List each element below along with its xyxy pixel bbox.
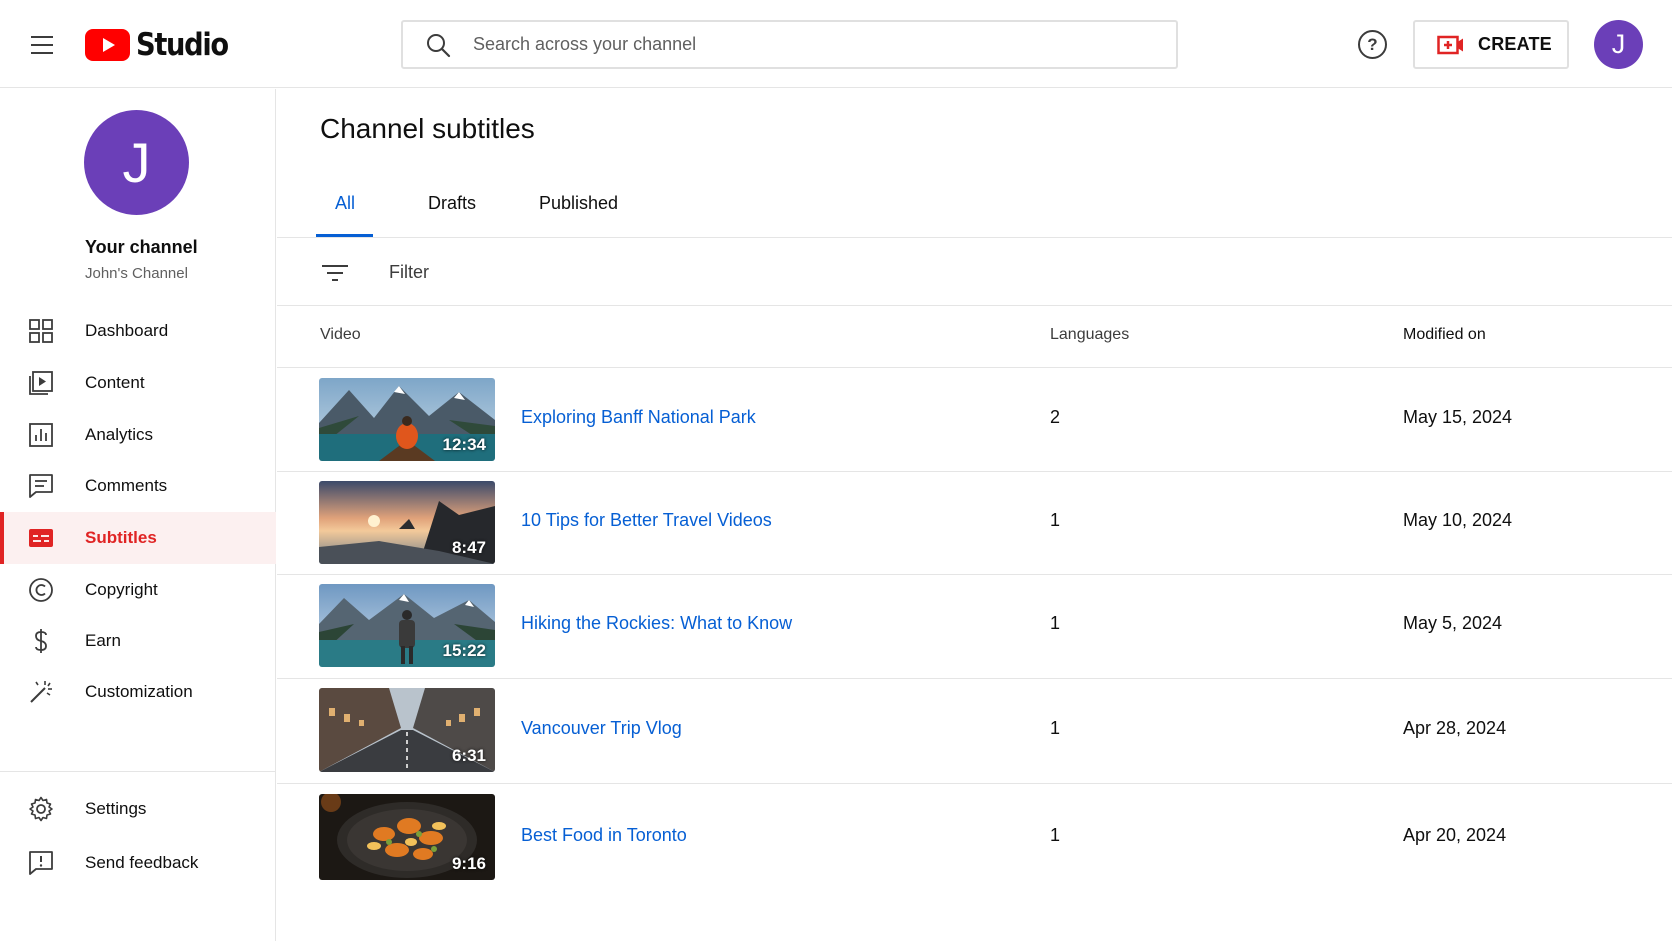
- content-icon: [29, 371, 53, 395]
- top-bar: Studio ? CREATE J: [0, 0, 1672, 88]
- sidebar-item-label: Comments: [85, 476, 168, 495]
- copyright-icon: [29, 578, 53, 602]
- sidebar-item-label: Earn: [85, 631, 121, 650]
- dashboard-icon: [29, 319, 53, 343]
- video-title-link[interactable]: Vancouver Trip Vlog: [521, 718, 682, 739]
- sidebar-item-dashboard[interactable]: Dashboard: [0, 305, 276, 357]
- subtitles-icon: [29, 529, 53, 547]
- sidebar-item-earn[interactable]: Earn: [0, 615, 276, 667]
- create-video-icon: [1437, 35, 1463, 54]
- video-modified-date: Apr 20, 2024: [1403, 825, 1507, 845]
- sidebar-item-label: Customization: [85, 682, 193, 701]
- sidebar-item-customization[interactable]: Customization: [0, 666, 276, 718]
- tab-published[interactable]: Published: [539, 193, 618, 214]
- search-icon: [427, 33, 451, 57]
- tab-all[interactable]: All: [335, 193, 355, 214]
- account-avatar[interactable]: J: [1594, 20, 1643, 69]
- channel-title: Your channel: [85, 237, 198, 257]
- video-duration: 9:16: [451, 854, 486, 873]
- video-languages-count: 2: [1050, 407, 1061, 427]
- table-row[interactable]: 12:34 Exploring Banff National Park 2 Ma…: [277, 368, 1672, 472]
- video-languages-count: 1: [1050, 510, 1061, 530]
- sidebar-item-content[interactable]: Content: [0, 357, 276, 409]
- menu-line: [31, 52, 53, 54]
- dollar-icon: [35, 629, 47, 653]
- video-thumbnail[interactable]: 8:47: [319, 481, 495, 564]
- video-thumbnail[interactable]: 12:34: [319, 378, 495, 461]
- sidebar: J Your channel John's Channel Dashboard …: [0, 89, 276, 941]
- column-header-languages[interactable]: Languages: [1050, 326, 1129, 344]
- sidebar-item-settings[interactable]: Settings: [0, 783, 276, 835]
- video-thumbnail[interactable]: 6:31: [319, 688, 495, 772]
- create-button-label: CREATE: [1478, 34, 1552, 54]
- table-row[interactable]: 8:47 10 Tips for Better Travel Videos 1 …: [277, 472, 1672, 575]
- page-title: Channel subtitles: [320, 113, 535, 144]
- search-box[interactable]: [401, 20, 1178, 69]
- channel-name: John's Channel: [85, 265, 188, 282]
- sidebar-item-copyright[interactable]: Copyright: [0, 564, 276, 616]
- table-row[interactable]: 15:22 Hiking the Rockies: What to Know 1…: [277, 575, 1672, 679]
- video-languages-count: 1: [1050, 825, 1061, 845]
- sidebar-divider: [0, 771, 276, 772]
- sidebar-item-subtitles[interactable]: Subtitles: [0, 512, 276, 564]
- studio-logo[interactable]: Studio: [85, 27, 240, 63]
- sidebar-item-label: Content: [85, 373, 145, 392]
- video-duration: 15:22: [442, 641, 486, 660]
- video-duration: 8:47: [451, 538, 486, 557]
- analytics-icon: [29, 423, 53, 447]
- comments-icon: [29, 474, 53, 498]
- sidebar-item-comments[interactable]: Comments: [0, 460, 276, 512]
- video-title-link[interactable]: Best Food in Toronto: [521, 825, 687, 846]
- search-input[interactable]: [473, 34, 1073, 55]
- video-modified-date: Apr 28, 2024: [1403, 718, 1507, 738]
- column-header-video: Video: [320, 326, 361, 343]
- table-row[interactable]: 9:16 Best Food in Toronto 1 Apr 20, 2024: [277, 784, 1672, 891]
- video-title-link[interactable]: Hiking the Rockies: What to Know: [521, 613, 792, 634]
- column-header-modified[interactable]: Modified on: [1403, 326, 1486, 344]
- youtube-logo-icon: [85, 29, 130, 61]
- video-title-link[interactable]: Exploring Banff National Park: [521, 407, 756, 428]
- sidebar-item-analytics[interactable]: Analytics: [0, 409, 276, 461]
- gear-icon: [29, 796, 53, 822]
- video-modified-date: May 10, 2024: [1403, 510, 1513, 530]
- video-duration: 6:31: [451, 746, 486, 765]
- menu-line: [31, 44, 53, 46]
- video-duration: 12:34: [442, 435, 486, 454]
- sidebar-item-label: Send feedback: [85, 853, 199, 872]
- magic-wand-icon: [30, 681, 52, 703]
- video-modified-date: May 5, 2024: [1403, 613, 1503, 633]
- filter-icon[interactable]: [321, 261, 349, 285]
- channel-avatar[interactable]: J: [84, 110, 189, 215]
- sidebar-item-label: Analytics: [85, 425, 154, 444]
- video-modified-date: May 15, 2024: [1403, 407, 1513, 427]
- feedback-icon: [29, 851, 53, 875]
- sidebar-item-label: Settings: [85, 799, 147, 818]
- table-row[interactable]: 6:31 Vancouver Trip Vlog 1 Apr 28, 2024: [277, 679, 1672, 784]
- tab-drafts[interactable]: Drafts: [428, 193, 476, 214]
- sidebar-item-label: Subtitles: [85, 528, 157, 547]
- logo-text: Studio: [136, 27, 229, 63]
- video-thumbnail[interactable]: 15:22: [319, 584, 495, 667]
- sidebar-item-label: Copyright: [85, 580, 158, 599]
- help-icon[interactable]: ?: [1358, 30, 1387, 59]
- create-button[interactable]: CREATE: [1413, 20, 1569, 69]
- video-languages-count: 1: [1050, 718, 1061, 738]
- filter-bar: Filter: [277, 238, 1672, 306]
- sidebar-item-label: Dashboard: [85, 321, 169, 340]
- sidebar-item-send-feedback[interactable]: Send feedback: [0, 837, 276, 889]
- hamburger-menu-button[interactable]: [24, 27, 60, 63]
- menu-line: [31, 36, 53, 38]
- video-title-link[interactable]: 10 Tips for Better Travel Videos: [521, 510, 772, 531]
- filter-label[interactable]: Filter: [389, 262, 429, 283]
- video-thumbnail[interactable]: 9:16: [319, 794, 495, 880]
- video-languages-count: 1: [1050, 613, 1061, 633]
